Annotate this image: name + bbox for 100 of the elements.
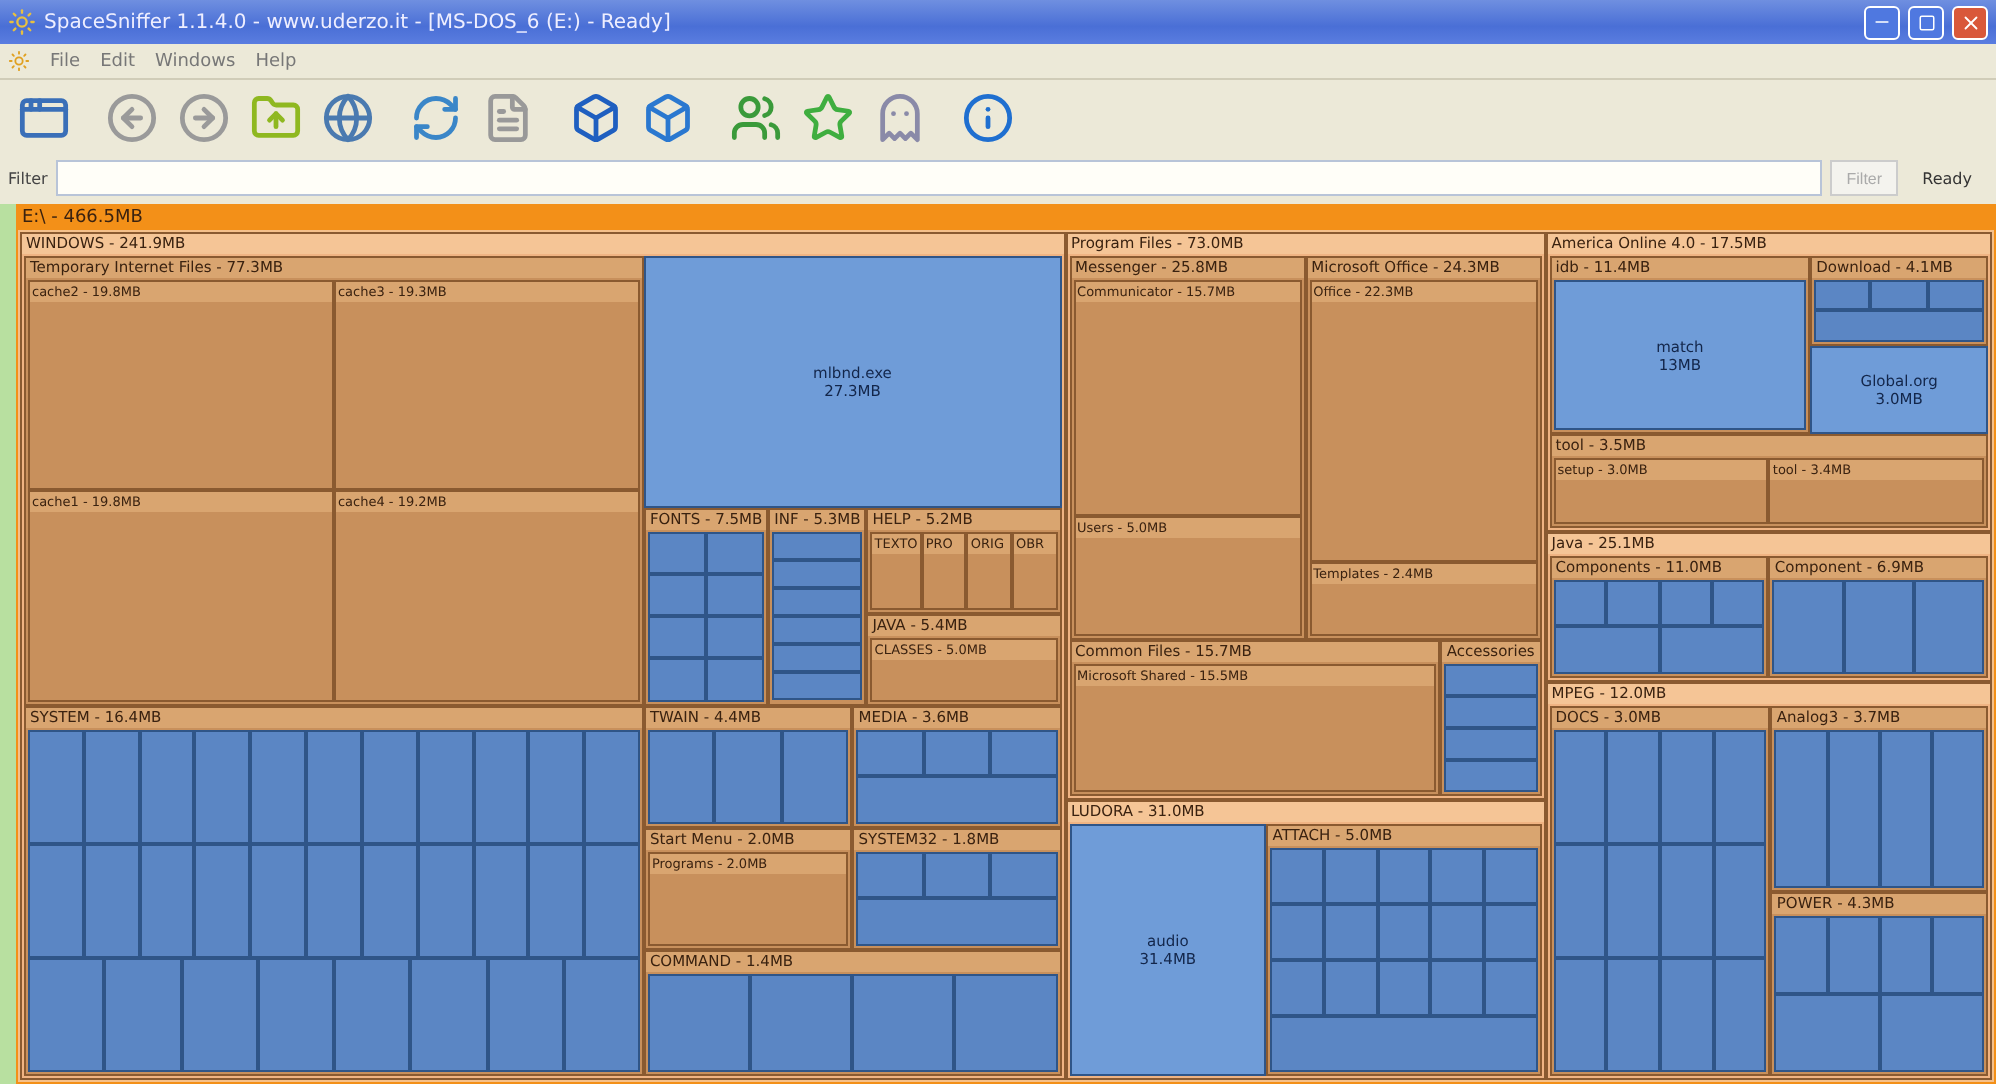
file-tile[interactable] xyxy=(194,729,251,844)
file-tile[interactable] xyxy=(923,729,991,777)
file-tile[interactable] xyxy=(1270,1015,1538,1072)
file-tile[interactable] xyxy=(706,531,765,574)
file-tile[interactable] xyxy=(28,957,105,1072)
file-tile[interactable] xyxy=(706,573,765,617)
file-tile[interactable] xyxy=(772,531,863,560)
file-tile[interactable] xyxy=(1324,847,1378,904)
file-tile[interactable] xyxy=(1430,959,1485,1016)
file-tile[interactable] xyxy=(1430,903,1485,960)
file-tile[interactable] xyxy=(990,729,1058,777)
file-tile[interactable] xyxy=(1772,579,1844,675)
file-tile[interactable] xyxy=(1879,993,1985,1072)
file-tile[interactable] xyxy=(417,843,473,958)
file-tile[interactable] xyxy=(1270,847,1324,904)
file-tile[interactable] xyxy=(856,776,1058,824)
file-tile[interactable] xyxy=(1444,663,1538,696)
file-tile[interactable] xyxy=(750,973,853,1072)
file-tile[interactable] xyxy=(584,843,640,958)
close-button[interactable] xyxy=(1952,5,1988,39)
file-tile[interactable] xyxy=(1774,730,1828,888)
file-tile[interactable] xyxy=(714,729,782,824)
file-tile[interactable] xyxy=(1713,958,1767,1072)
file-tile[interactable] xyxy=(923,851,991,899)
file-tile[interactable] xyxy=(104,957,181,1072)
file-tile[interactable] xyxy=(139,729,195,844)
maximize-button[interactable] xyxy=(1908,5,1944,39)
file-tile[interactable] xyxy=(1660,958,1714,1072)
file-tile[interactable] xyxy=(1484,847,1538,904)
file-tile[interactable] xyxy=(1377,959,1431,1016)
file-tile[interactable] xyxy=(361,729,418,844)
file-tile[interactable] xyxy=(706,658,765,701)
file-tile[interactable] xyxy=(1870,280,1928,311)
file-tile[interactable] xyxy=(28,843,84,958)
file-tile[interactable] xyxy=(584,729,640,844)
file-tile[interactable] xyxy=(1879,730,1932,888)
file-tile[interactable] xyxy=(856,898,1058,946)
file-tile[interactable] xyxy=(1814,280,1871,311)
file-tile[interactable] xyxy=(990,851,1058,899)
file-tile[interactable] xyxy=(306,843,362,958)
file-tile[interactable] xyxy=(257,957,334,1072)
file-tile[interactable] xyxy=(1931,730,1985,888)
file-tile[interactable] xyxy=(1827,730,1880,888)
file-tile[interactable] xyxy=(647,616,707,659)
file-tile[interactable] xyxy=(772,672,863,701)
file-tile[interactable] xyxy=(1553,958,1607,1072)
file-tile[interactable] xyxy=(1484,903,1538,960)
file-tile[interactable] xyxy=(1879,915,1932,994)
file-tile[interactable] xyxy=(1931,915,1985,994)
file-tile[interactable] xyxy=(410,957,487,1072)
file-tile[interactable] xyxy=(1606,730,1661,845)
file-tile[interactable] xyxy=(1913,579,1985,675)
file-tile[interactable] xyxy=(1444,727,1538,760)
file-tile[interactable] xyxy=(1553,730,1607,845)
folder-tile[interactable] xyxy=(16,204,1996,1084)
file-tile[interactable] xyxy=(1430,847,1485,904)
menu-item[interactable]: Edit xyxy=(100,51,135,71)
file-tile[interactable] xyxy=(852,973,955,1072)
minimize-button[interactable] xyxy=(1864,5,1900,39)
file-tile[interactable] xyxy=(706,616,765,659)
file-tile[interactable] xyxy=(1660,844,1714,959)
file-tile[interactable] xyxy=(306,729,362,844)
file-tile[interactable] xyxy=(250,729,307,844)
file-tile[interactable] xyxy=(1659,579,1712,627)
file-tile[interactable] xyxy=(139,843,195,958)
file-tile[interactable] xyxy=(1553,579,1607,627)
file-tile[interactable] xyxy=(194,843,251,958)
file-tile[interactable] xyxy=(772,644,863,673)
file-tile[interactable] xyxy=(772,559,863,588)
file-tile[interactable] xyxy=(563,957,640,1072)
file-tile[interactable] xyxy=(1324,959,1378,1016)
file-tile[interactable] xyxy=(647,658,707,701)
file-tile[interactable] xyxy=(1444,759,1538,792)
file-tile[interactable] xyxy=(361,843,418,958)
file-tile[interactable] xyxy=(856,729,924,777)
menu-item[interactable]: File xyxy=(50,51,81,71)
file-tile[interactable] xyxy=(1324,903,1378,960)
file-tile[interactable] xyxy=(856,851,924,899)
file-tile[interactable] xyxy=(1270,903,1324,960)
file-tile[interactable] xyxy=(1377,903,1431,960)
file-tile[interactable] xyxy=(473,729,529,844)
app-menu-icon[interactable] xyxy=(8,50,30,72)
file-tile[interactable] xyxy=(772,616,863,645)
file-tile[interactable] xyxy=(647,573,707,617)
file-tile[interactable] xyxy=(1713,730,1767,845)
file-tile[interactable] xyxy=(83,729,140,844)
file-tile[interactable] xyxy=(1484,959,1538,1016)
file-tile[interactable] xyxy=(1774,993,1880,1072)
file-tile[interactable] xyxy=(1774,915,1828,994)
file-tile[interactable] xyxy=(181,957,258,1072)
file-tile[interactable] xyxy=(1553,844,1607,959)
file-tile[interactable] xyxy=(1270,959,1324,1016)
file-tile[interactable] xyxy=(1659,626,1765,675)
file-tile[interactable] xyxy=(954,973,1058,1072)
filter-field[interactable] xyxy=(55,160,1823,196)
file-tile[interactable] xyxy=(83,843,140,958)
file-tile[interactable] xyxy=(250,843,307,958)
folder-tile[interactable] xyxy=(20,232,1066,1080)
file-tile[interactable] xyxy=(417,729,473,844)
file-tile[interactable] xyxy=(334,957,411,1072)
